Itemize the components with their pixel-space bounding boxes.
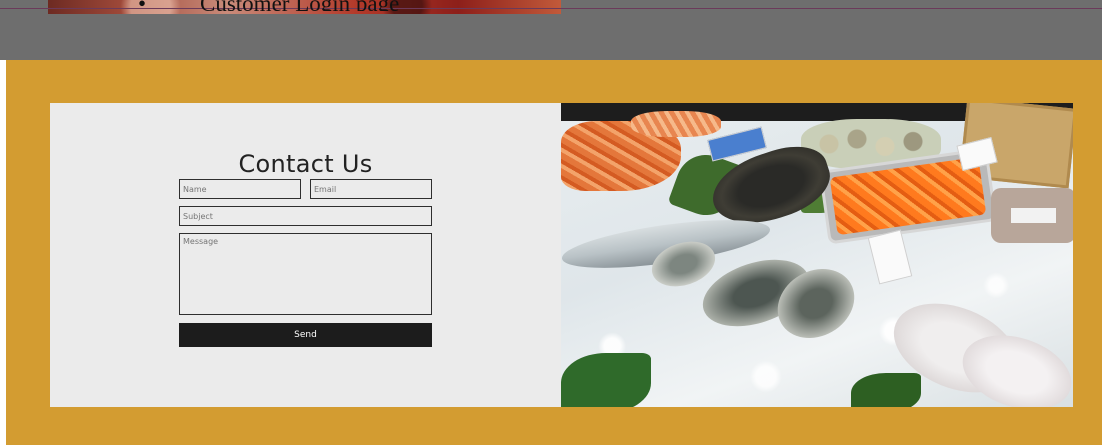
caption-bullet: •: [138, 0, 146, 11]
subject-field[interactable]: [179, 206, 432, 226]
contact-form-panel: Contact Us Send: [50, 103, 561, 407]
scallops: [991, 188, 1073, 243]
contact-title: Contact Us: [238, 150, 373, 178]
shrimp-pile-top: [631, 111, 721, 137]
leaf-garnish: [851, 373, 921, 407]
seafood-photo: [561, 103, 1073, 407]
message-field[interactable]: [179, 233, 432, 315]
name-field[interactable]: [179, 179, 301, 199]
customer-login-link[interactable]: Customer Login page: [200, 0, 399, 11]
send-button[interactable]: Send: [179, 323, 432, 347]
leaf-garnish: [561, 353, 651, 407]
email-field[interactable]: [310, 179, 432, 199]
top-caption: • Customer Login page: [0, 0, 520, 11]
